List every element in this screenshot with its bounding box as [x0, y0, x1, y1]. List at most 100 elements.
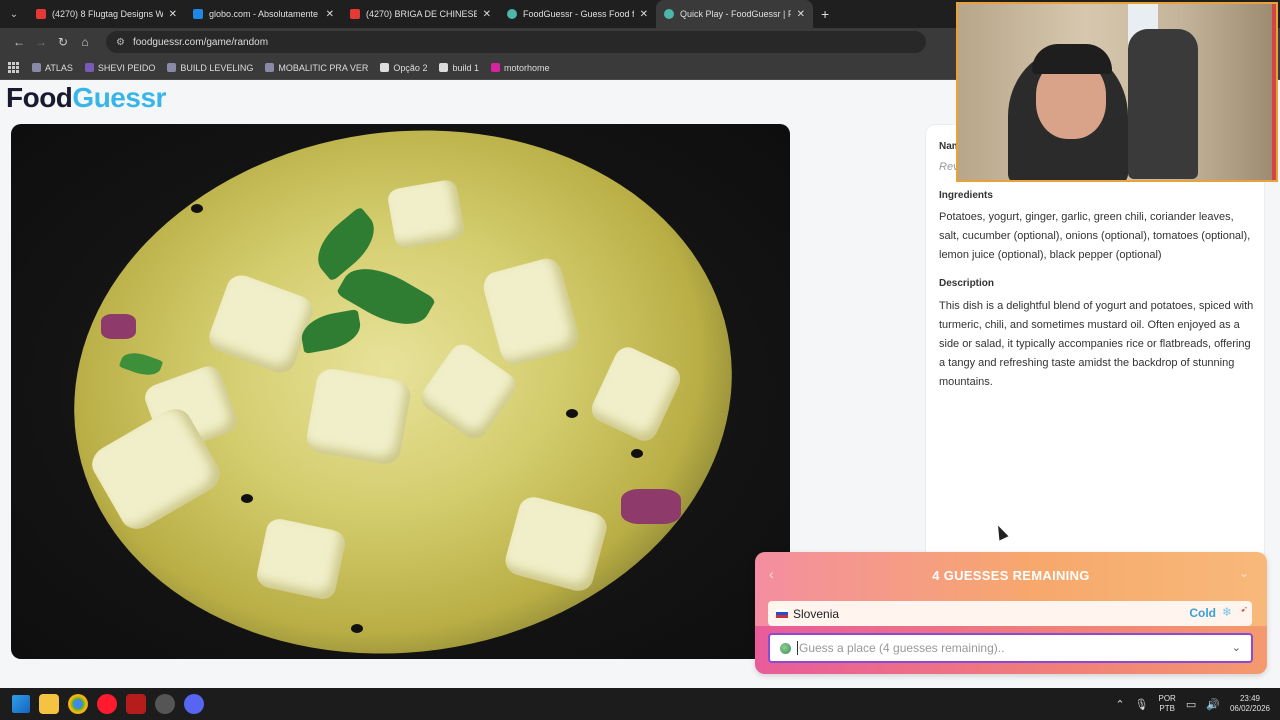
clock[interactable]: 23:49 06/02/2026 [1230, 694, 1270, 714]
tab-title: FoodGuessr - Guess Food from [523, 9, 634, 19]
tab-title: globo.com - Absolutamente tu [209, 9, 320, 19]
guess-place-input[interactable]: Guess a place (4 guesses remaining).. ⌄ [768, 633, 1253, 663]
bookmark-icon [380, 63, 390, 72]
bookmark-item[interactable]: Opção 2 [380, 63, 427, 73]
ingredients-text: Potatoes, yogurt, ginger, garlic, green … [939, 211, 1251, 261]
browser-tab[interactable]: globo.com - Absolutamente tu ✕ [185, 0, 342, 28]
opera-icon[interactable] [97, 694, 117, 714]
language-indicator[interactable]: POR PTB [1159, 694, 1176, 714]
windows-start-icon[interactable] [12, 695, 30, 713]
bookmark-label: ATLAS [45, 62, 73, 73]
bookmark-icon [84, 63, 94, 72]
clock-date: 06/02/2026 [1229, 704, 1270, 713]
discord-icon[interactable] [184, 694, 204, 714]
foodguessr-logo[interactable]: FoodGuessr [6, 82, 166, 114]
tab-title: Quick Play - FoodGuessr | Food [680, 9, 791, 19]
foodguessr-icon [507, 9, 517, 19]
windows-taskbar: ⌃ 🎙 POR PTB ▭ 🔊 23:49 06/02/2026 [0, 688, 1280, 720]
bookmark-label: SHEVI PEIDO [97, 62, 156, 73]
chevron-up-icon[interactable]: ⌃ [1115, 698, 1124, 711]
bookmark-item[interactable]: BUILD LEVELING [167, 63, 253, 73]
ingredients-label: Ingredients [939, 190, 993, 201]
tab-title: (4270) 8 Flugtag Designs We'll [52, 9, 163, 19]
headset [1032, 44, 1112, 74]
bookmark-icon [167, 63, 177, 72]
gaming-chair [1128, 29, 1198, 179]
speaker-icon[interactable]: 🔊 [1206, 698, 1220, 711]
close-tab-icon[interactable]: ✕ [483, 9, 491, 20]
slovenia-flag-icon [776, 609, 788, 618]
globo-icon [193, 9, 203, 19]
browser-tab[interactable]: (4270) BRIGA DE CHINESES - Yo ✕ [342, 0, 499, 28]
bookmark-icon [265, 63, 275, 72]
url-bar[interactable]: ⚙ foodguessr.com/game/random [106, 31, 926, 53]
mustard-seed [631, 449, 643, 458]
bookmark-item[interactable]: motorhome [490, 62, 550, 73]
mustard-seed [191, 204, 203, 213]
globe-icon [780, 642, 791, 654]
tab-search-icon[interactable]: ⌄ [4, 4, 24, 24]
logo-guessr: Guessr [72, 82, 166, 113]
guess-country: Slovenia [793, 606, 840, 621]
bookmark-item[interactable]: MOBALITIC PRA VER [265, 63, 368, 73]
file-explorer-icon[interactable] [39, 694, 59, 714]
forward-icon[interactable]: → [30, 35, 52, 49]
guess-widget: ‹ 4 GUESSES REMAINING ⌄ Slovenia Cold ❄ … [755, 552, 1267, 674]
bookmark-label: motorhome [503, 62, 550, 73]
food-image [11, 124, 790, 659]
close-tab-icon[interactable]: ✕ [640, 9, 648, 20]
guess-input-placeholder: Guess a place (4 guesses remaining).. [799, 641, 1005, 655]
reload-icon[interactable]: ↻ [52, 35, 74, 49]
bookmark-label: MOBALITIC PRA VER [278, 62, 369, 73]
logo-food: Food [6, 82, 73, 113]
guesses-remaining-header: 4 GUESSES REMAINING [932, 568, 1090, 583]
bookmark-item[interactable]: SHEVI PEIDO [84, 62, 156, 73]
previous-guess-row: Slovenia Cold ❄ ➹ [768, 601, 1252, 626]
obs-app-icon[interactable] [126, 694, 146, 714]
mustard-seed [351, 624, 363, 633]
onion-piece [101, 314, 136, 339]
close-tab-icon[interactable]: ✕ [326, 9, 334, 20]
microphone-icon[interactable]: 🎙 [1135, 698, 1149, 711]
bookmark-item[interactable]: ATLAS [32, 63, 73, 73]
browser-tab[interactable]: (4270) 8 Flugtag Designs We'll ✕ [28, 0, 185, 28]
url-text: foodguessr.com/game/random [132, 36, 269, 48]
lang-top: POR [1158, 694, 1176, 703]
system-tray: ⌃ 🎙 POR PTB ▭ 🔊 23:49 06/02/2026 [1105, 688, 1270, 720]
bookmark-icon [32, 63, 41, 72]
bookmark-icon [439, 63, 449, 72]
onion-piece [621, 489, 681, 524]
mustard-seed [241, 494, 253, 503]
home-icon[interactable]: ⌂ [74, 35, 96, 49]
dropdown-chevron-icon[interactable]: ⌄ [1232, 641, 1241, 654]
potato-chunk [386, 178, 466, 250]
bookmark-item[interactable]: build 1 [439, 63, 479, 73]
network-icon[interactable]: ▭ [1186, 698, 1196, 711]
bookmark-label: BUILD LEVELING [180, 62, 254, 73]
apps-grid-icon[interactable] [8, 61, 20, 74]
close-tab-icon[interactable]: ✕ [797, 9, 805, 20]
back-icon[interactable]: ← [8, 35, 30, 49]
clock-time: 23:49 [1239, 694, 1260, 703]
chevron-down-icon[interactable]: ⌄ [1239, 566, 1249, 580]
dish-info-panel: Nam Rev Ingredients Potatoes, yogurt, gi… [925, 124, 1265, 594]
site-info-icon[interactable]: ⚙ [116, 37, 125, 48]
direction-arrow-icon: ➹ [1240, 604, 1248, 614]
potato-chunk [304, 366, 413, 467]
steam-icon[interactable] [155, 694, 175, 714]
instagram-icon [490, 63, 500, 72]
tab-title: (4270) BRIGA DE CHINESES - Yo [366, 9, 477, 19]
youtube-icon [36, 9, 46, 19]
new-tab-button[interactable]: + [821, 6, 829, 22]
lang-bottom: PTB [1159, 704, 1175, 713]
youtube-icon [350, 9, 360, 19]
foodguessr-icon [664, 9, 674, 19]
webcam-border-accent [1272, 4, 1276, 180]
browser-tab-active[interactable]: Quick Play - FoodGuessr | Food ✕ [656, 0, 813, 28]
browser-tab[interactable]: FoodGuessr - Guess Food from ✕ [499, 0, 656, 28]
close-tab-icon[interactable]: ✕ [169, 9, 177, 20]
mustard-seed [566, 409, 578, 418]
chrome-icon[interactable] [68, 694, 88, 714]
text-caret [797, 641, 798, 655]
webcam-overlay [956, 2, 1278, 182]
